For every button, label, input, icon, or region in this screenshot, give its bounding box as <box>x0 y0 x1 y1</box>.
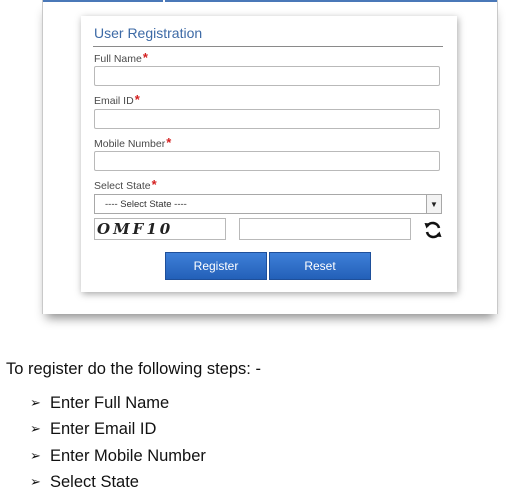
tab-strip-right <box>165 0 497 4</box>
tab-strip-left <box>43 0 163 4</box>
instruction-steps: ➢ Enter Full Name ➢ Enter Email ID ➢ Enter … <box>30 390 206 496</box>
list-item: ➢ Enter Full Name <box>30 390 206 417</box>
full-name-label-text: Full Name <box>94 53 142 65</box>
list-item: ➢ Enter Email ID <box>30 417 206 444</box>
state-label: Select State* <box>94 177 157 192</box>
required-marker: * <box>166 135 172 150</box>
captcha-input[interactable] <box>239 218 411 240</box>
step-text: Enter Mobile Number <box>50 446 206 465</box>
email-input[interactable] <box>94 109 440 129</box>
list-item: ➢ Select State <box>30 470 206 497</box>
chevron-down-icon[interactable]: ▼ <box>426 195 441 213</box>
email-label: Email ID* <box>94 92 140 107</box>
state-select[interactable]: ---- Select State ---- ▼ <box>94 194 442 214</box>
registration-card: User Registration Full Name* Email ID* M… <box>81 16 457 292</box>
mobile-input[interactable] <box>94 151 440 171</box>
arrow-bullet-icon: ➢ <box>30 475 41 491</box>
title-divider <box>93 46 443 47</box>
top-tab-strip <box>43 0 497 4</box>
step-text: Select State <box>50 473 139 492</box>
required-marker: * <box>151 177 157 192</box>
register-button[interactable]: Register <box>165 252 267 280</box>
full-name-label: Full Name* <box>94 50 148 65</box>
email-label-text: Email ID <box>94 95 134 107</box>
arrow-bullet-icon: ➢ <box>30 395 41 411</box>
mobile-label-text: Mobile Number <box>94 138 166 150</box>
list-item: ➢ Enter Mobile Number <box>30 443 206 470</box>
required-marker: * <box>134 92 140 107</box>
captcha-image: OMF10 <box>94 218 226 240</box>
step-text: Enter Email ID <box>50 420 157 439</box>
form-title: User Registration <box>94 25 203 41</box>
state-label-text: Select State <box>94 180 151 192</box>
state-select-value: ---- Select State ---- <box>105 198 187 210</box>
instructions-intro: To register do the following steps: - <box>6 360 261 378</box>
refresh-icon[interactable] <box>423 220 443 240</box>
mobile-label: Mobile Number* <box>94 135 171 150</box>
step-text: Enter Full Name <box>50 393 170 412</box>
reset-button[interactable]: Reset <box>269 252 371 280</box>
required-marker: * <box>142 50 148 65</box>
arrow-bullet-icon: ➢ <box>30 422 41 438</box>
arrow-bullet-icon: ➢ <box>30 448 41 464</box>
full-name-input[interactable] <box>94 66 440 86</box>
